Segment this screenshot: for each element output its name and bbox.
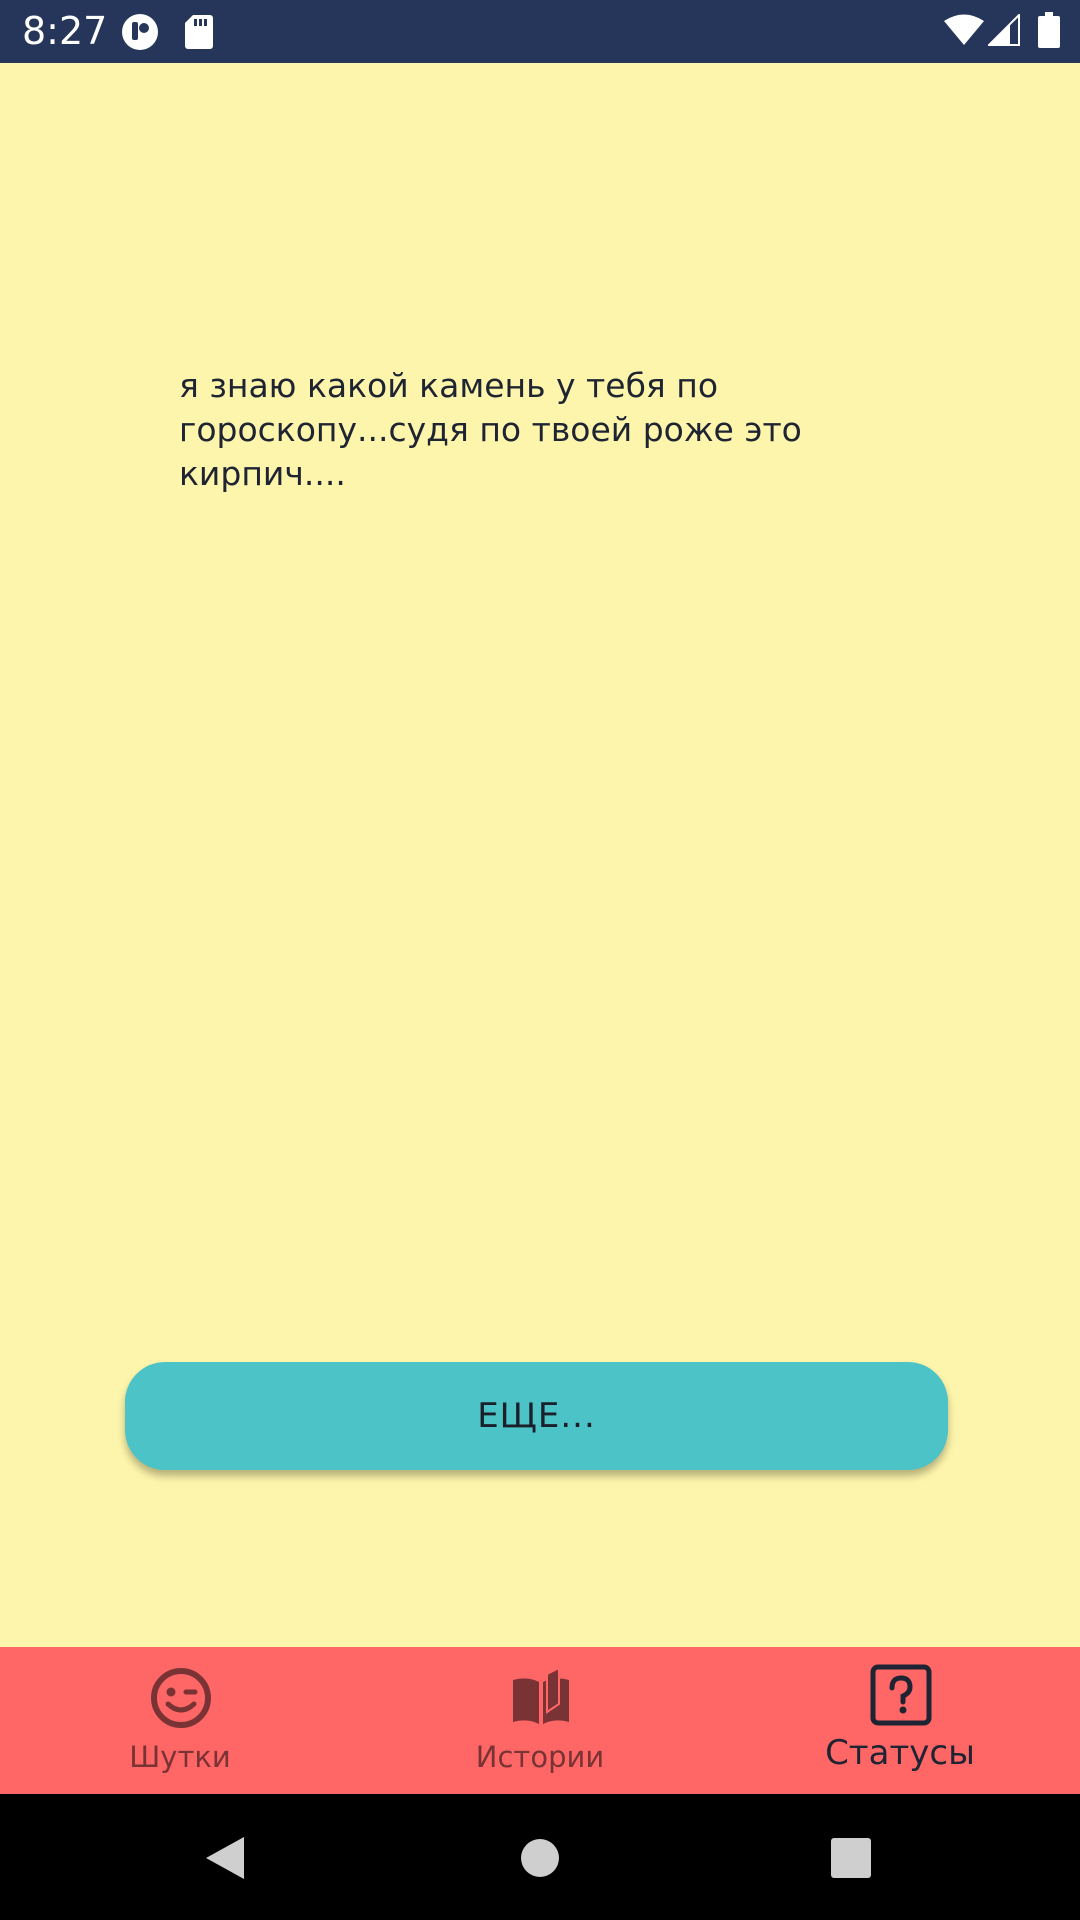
nav-item-jokes[interactable]: Шутки	[0, 1647, 360, 1794]
sd-card-icon	[185, 15, 213, 49]
quote-text: я знаю какой камень у тебя по гороскопу.…	[179, 366, 802, 493]
status-bar: 8:27	[0, 0, 1080, 63]
bottom-navigation: Шутки Истории Статусы	[0, 1647, 1080, 1794]
nav-item-stories[interactable]: Истории	[360, 1647, 720, 1794]
cellular-signal-icon	[988, 14, 1020, 46]
app-notification-icon	[122, 14, 158, 50]
status-time: 8:27	[22, 9, 108, 53]
wifi-icon	[944, 14, 984, 45]
more-button[interactable]: ЕЩЕ...	[125, 1362, 948, 1470]
nav-label-stories: Истории	[475, 1740, 605, 1774]
nav-label-jokes: Шутки	[129, 1740, 231, 1774]
winking-smiley-icon	[151, 1668, 211, 1728]
home-icon[interactable]	[520, 1838, 560, 1878]
question-box-icon	[870, 1664, 932, 1726]
recents-icon[interactable]	[831, 1838, 871, 1878]
open-book-icon	[513, 1666, 569, 1724]
nav-item-statuses[interactable]: Статусы	[720, 1647, 1080, 1794]
nav-label-statuses: Статусы	[825, 1733, 975, 1773]
back-icon[interactable]	[204, 1835, 246, 1881]
battery-icon	[1038, 12, 1060, 48]
app-screen: 8:27 я знаю какой камень у тебя по горос…	[0, 0, 1080, 1920]
